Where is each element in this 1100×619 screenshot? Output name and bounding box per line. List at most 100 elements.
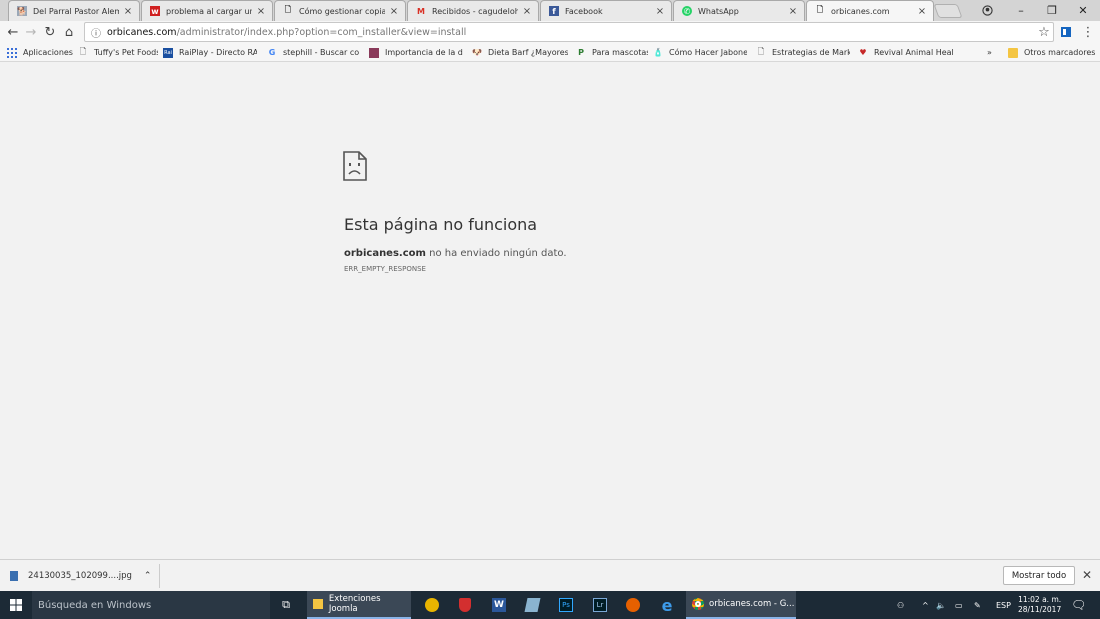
bookmark-label: Para mascotas [592,48,648,57]
gmail-icon: M [417,6,425,16]
bookmark-dieta-barf[interactable]: 🐶 Dieta Barf ¿Mayores [472,45,568,60]
error-message-text: no ha enviado ningún dato. [425,248,567,259]
url-path: /administrator/index.php?option=com_inst… [176,26,467,38]
home-button[interactable]: ⌂ [60,23,78,41]
info-icon[interactable]: ⓘ [91,25,101,40]
tab-como-gestionar[interactable]: 🗋 Cómo gestionar copias d × [274,0,406,21]
back-button[interactable]: ← [4,23,22,41]
close-icon[interactable]: × [917,6,927,17]
network-icon[interactable]: ▭ [955,591,963,619]
error-title: Esta página no funciona [344,215,538,234]
clock[interactable]: 11:02 a. m. 28/11/2017 [1018,591,1061,619]
tab-title: Recibidos - cagudeloh@ [432,6,518,16]
tab-title: Cómo gestionar copias d [299,6,385,16]
download-item[interactable]: 24130035_102099....jpg ⌃ [10,565,160,587]
close-icon[interactable]: × [123,6,133,17]
bookmark-image-icon [369,47,379,58]
bookmark-label: Tuffy's Pet Foods [94,48,158,57]
close-icon[interactable]: × [788,6,798,17]
app-red-shield-icon[interactable] [455,595,475,615]
folder-icon [1008,47,1018,58]
taskbar-search[interactable]: Búsqueda en Windows [32,591,270,619]
dog-face-icon: 🐶 [472,48,482,57]
divider [159,564,160,588]
task-view-icon[interactable]: ⧉ [276,595,296,615]
facebook-icon: f [549,6,559,16]
start-button[interactable] [0,591,32,619]
forward-button[interactable]: → [22,23,40,41]
tab-orbicanes[interactable]: 🗋 orbicanes.com × [806,0,934,21]
tab-del-parral[interactable]: 🐕 Del Parral Pastor Alemán × [8,0,140,21]
chevron-up-icon[interactable]: ^ [922,591,929,619]
notifications-icon[interactable]: 🗨 [1071,591,1086,619]
tab-recibidos[interactable]: M Recibidos - cagudeloh@ × [407,0,539,21]
bookmark-label: Revival Animal Health [874,48,954,57]
taskbar-app-explorer[interactable]: Extenciones Joomla [307,591,411,619]
bookmark-importancia[interactable]: Importancia de la die [369,45,463,60]
error-message: orbicanes.com no ha enviado ningún dato. [344,248,567,259]
firefox-icon[interactable] [623,595,643,615]
bookmark-tuffys[interactable]: 🗋 Tuffy's Pet Foods [78,45,158,60]
language-indicator[interactable]: ESP [996,591,1011,619]
show-all-button[interactable]: Mostrar todo [1003,566,1075,585]
close-icon[interactable]: × [389,6,399,17]
close-window-button[interactable]: ✕ [1068,0,1098,20]
folder-icon [313,599,323,609]
browser-toolbar: ← → ↻ ⌂ ⓘ orbicanes.com/administrator/in… [0,21,1100,43]
close-icon[interactable]: × [522,6,532,17]
minimize-button[interactable]: – [1006,0,1036,20]
taskbar-app-label: orbicanes.com - G... [709,599,795,609]
tab-problema[interactable]: w problema al cargar un m × [141,0,273,21]
bookmark-label: Estrategias de Marke [772,48,850,57]
bookmark-para-mascotas[interactable]: P Para mascotas [576,45,648,60]
apps-grid-icon [7,47,17,58]
volume-icon[interactable]: 🔈 [936,591,946,619]
pen-icon[interactable]: ✎ [974,591,981,619]
star-icon[interactable]: ☆ [1035,23,1053,41]
tab-title: orbicanes.com [831,6,890,16]
app-yellow-icon[interactable] [422,595,442,615]
address-bar[interactable]: ⓘ orbicanes.com/administrator/index.php?… [84,22,1054,42]
close-icon[interactable]: × [256,6,266,17]
reload-button[interactable]: ↻ [41,23,59,41]
other-bookmarks[interactable]: Otros marcadores [1008,45,1095,60]
bookmark-stephill[interactable]: G stephill - Buscar con [267,45,359,60]
tab-facebook[interactable]: f Facebook × [540,0,672,21]
error-code: ERR_EMPTY_RESPONSE [344,265,426,273]
word-icon[interactable]: W [489,595,509,615]
restore-button[interactable]: ❐ [1037,0,1067,20]
page-icon: 🗋 [757,46,765,56]
bookmark-jabones[interactable]: 🧴 Cómo Hacer Jabones [653,45,747,60]
page-icon: 🗋 [79,46,87,56]
raiplay-icon: Rai [163,47,173,58]
photoshop-icon[interactable]: Ps [556,595,576,615]
close-icon[interactable]: × [655,6,665,17]
bookmark-label: RaiPlay - Directo RAI [179,48,257,57]
chevron-up-icon[interactable]: ⌃ [144,571,152,581]
bookmark-estrategias[interactable]: 🗋 Estrategias de Marke [756,45,850,60]
bookmarks-overflow-button[interactable]: » [987,45,992,60]
app-book-icon[interactable] [522,595,542,615]
menu-icon[interactable]: ⋮ [1079,23,1097,41]
taskbar-app-chrome[interactable]: orbicanes.com - G... [686,591,796,619]
bookmark-raiplay[interactable]: Rai RaiPlay - Directo RAI [163,45,257,60]
extension-icon[interactable] [1057,23,1075,41]
apps-shortcut[interactable]: Aplicaciones [7,45,73,60]
new-tab-button[interactable] [933,4,963,18]
people-icon[interactable]: ⚇ [897,591,904,619]
lightroom-icon[interactable]: Lr [590,595,610,615]
bookmark-label: Dieta Barf ¿Mayores [488,48,568,57]
tab-title: Facebook [565,6,603,16]
chrome-icon [692,598,704,610]
page-content: Esta página no funciona orbicanes.com no… [0,63,1100,559]
internet-explorer-icon[interactable]: e [657,595,677,615]
page-icon: 🗋 [816,5,824,14]
google-icon: G [268,48,276,57]
profile-icon[interactable] [972,0,1002,20]
close-shelf-icon[interactable]: ✕ [1082,568,1092,582]
tab-whatsapp[interactable]: ✆ WhatsApp × [673,0,805,21]
bookmark-revival[interactable]: ♥ Revival Animal Health [858,45,954,60]
bookmark-label: Importancia de la die [385,48,463,57]
bookmark-label: Otros marcadores [1024,48,1096,57]
tab-title: problema al cargar un m [166,6,252,16]
